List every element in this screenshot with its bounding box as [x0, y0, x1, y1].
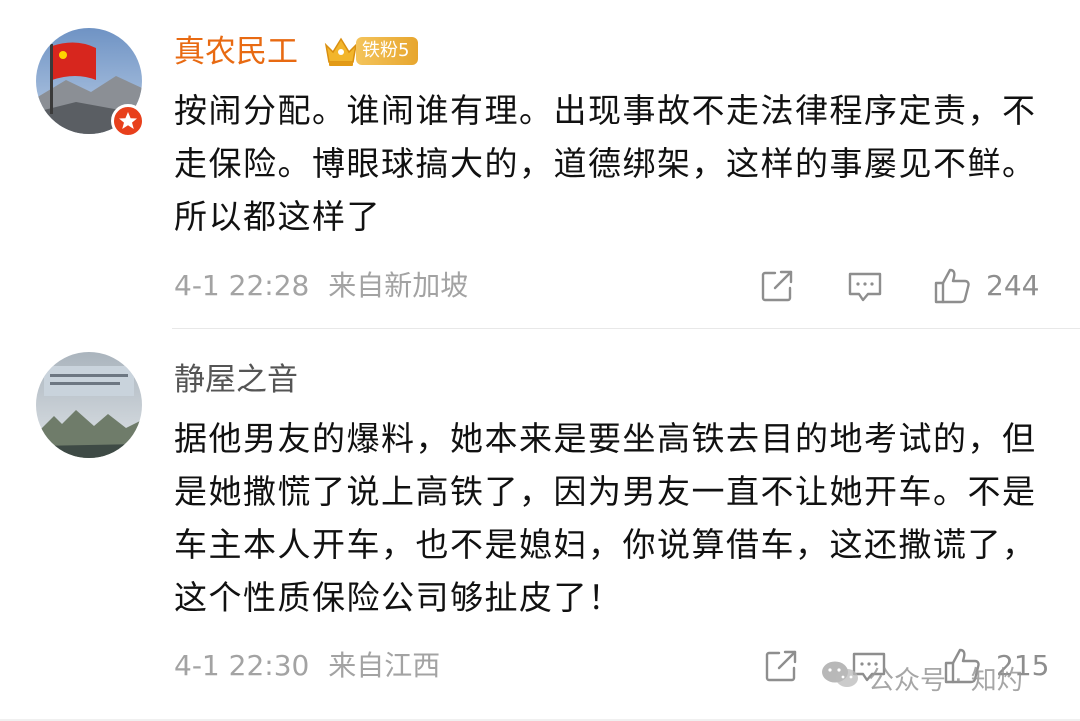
share-icon	[763, 648, 799, 684]
like-count: 244	[986, 269, 1040, 302]
like-button[interactable]: 244	[932, 266, 1039, 306]
comment-meta: 4-1 22:28 来自新加坡	[174, 268, 468, 304]
comment-source: 来自新加坡	[328, 269, 469, 302]
username[interactable]: 静屋之音	[174, 360, 298, 400]
watermark: 公众号 · 知灼	[820, 658, 1023, 698]
divider	[172, 328, 1080, 329]
comment-text: 据他男友的爆料，她本来是要坐高铁去目的地考试的，但是她撒慌了说上高铁了，因为男友…	[174, 419, 1037, 617]
comment-meta: 4-1 22:30 来自江西	[174, 648, 440, 684]
comment-item: 真农民工 铁粉5 按闹分配。谁闹谁有理。出现事故不走法律程序定责，不走保险。博眼…	[0, 0, 1080, 329]
comment-time: 4-1 22:28	[174, 269, 310, 302]
comment-icon	[846, 268, 884, 304]
username[interactable]: 真农民工	[174, 32, 298, 72]
thumbs-up-icon	[932, 266, 972, 306]
reply-button[interactable]	[846, 268, 884, 304]
comment-text: 按闹分配。谁闹谁有理。出现事故不走法律程序定责，不走保险。博眼球搞大的，道德绑架…	[174, 91, 1037, 236]
comment-time: 4-1 22:30	[174, 649, 310, 682]
fan-level-label: 铁粉5	[356, 37, 419, 65]
avatar[interactable]	[36, 352, 142, 458]
share-icon	[759, 268, 795, 304]
comment-source: 来自江西	[328, 649, 441, 682]
share-button[interactable]	[763, 648, 799, 684]
wechat-icon	[820, 659, 860, 698]
verified-badge-icon	[111, 104, 145, 138]
watermark-text: 公众号 · 知灼	[868, 665, 1023, 696]
crown-icon	[322, 33, 360, 69]
fan-badge[interactable]: 铁粉5	[322, 33, 419, 69]
share-button[interactable]	[759, 268, 795, 304]
